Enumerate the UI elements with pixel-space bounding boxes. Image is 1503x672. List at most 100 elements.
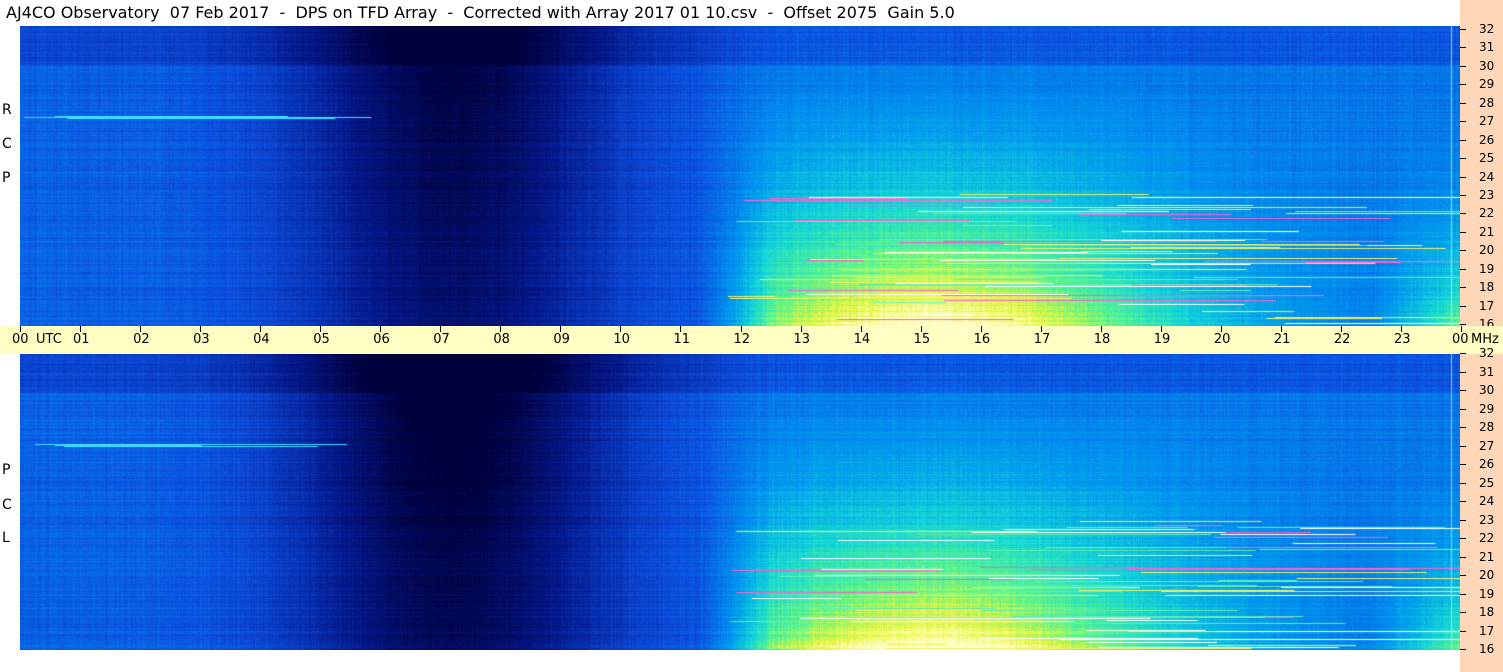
time-tick-label: 01 <box>73 332 90 347</box>
freq-tick-mark <box>1460 501 1466 502</box>
time-tick-label: 13 <box>793 332 811 347</box>
freq-tick-mark <box>1460 29 1466 30</box>
freq-tick-label: 26 <box>1479 132 1495 147</box>
freq-tick-mark <box>1460 612 1466 613</box>
freq-tick-mark <box>1460 65 1466 67</box>
rcp-label-char-1: R <box>2 102 12 118</box>
time-tick-label: 11 <box>673 332 690 347</box>
freq-tick-label: 22 <box>1479 531 1495 545</box>
freq-tick-mark <box>1460 575 1466 576</box>
freq-tick-label: 19 <box>1479 261 1495 276</box>
freq-tick-label: 21 <box>1479 224 1495 239</box>
time-tick-label: 07 <box>433 332 450 347</box>
freq-tick-mark <box>1460 593 1466 595</box>
freq-tick-mark <box>1460 464 1466 465</box>
lcp-label-char-1: L <box>2 530 10 546</box>
freq-tick-mark <box>1460 519 1466 521</box>
freq-tick-mark <box>1460 538 1466 539</box>
freq-tick-mark <box>1460 231 1466 233</box>
freq-tick-mark <box>1460 305 1466 307</box>
time-tick-label: 05 <box>313 332 330 347</box>
freq-tick-label: 25 <box>1479 151 1495 166</box>
freq-tick-mark <box>1460 213 1466 215</box>
freq-tick-label: 29 <box>1479 401 1495 416</box>
freq-tick-mark <box>1460 427 1466 428</box>
time-tick-label: 02 <box>133 332 150 347</box>
time-tick-label: 06 <box>373 332 390 347</box>
freq-tick-label: 20 <box>1479 568 1495 582</box>
freq-tick-label: 27 <box>1479 438 1495 453</box>
freq-tick-mark <box>1460 556 1466 558</box>
time-tick-label: 15 <box>913 332 931 347</box>
freq-tick-label: 24 <box>1479 494 1495 508</box>
freq-tick-label: 18 <box>1479 605 1495 619</box>
freq-tick-mark <box>1460 268 1466 270</box>
chart-title: AJ4CO Observatory 07 Feb 2017 - DPS on T… <box>6 3 955 22</box>
time-tick-label: 17 <box>1033 332 1051 347</box>
rcp-label-char-3: P <box>2 170 11 186</box>
freq-tick-mark <box>1460 408 1466 410</box>
freq-tick-label: 30 <box>1479 383 1495 397</box>
rcp-side-label: R C P <box>0 26 20 326</box>
freq-tick-label: 20 <box>1479 243 1495 258</box>
freq-tick-label: 23 <box>1479 512 1495 527</box>
freq-tick-mark <box>1460 445 1466 447</box>
rcp-label-char-2: C <box>2 136 12 152</box>
lcp-frequency-axis: 32 31 30 29 28 27 26 25 24 23 22 21 20 19 18 17 16 <box>1460 347 1503 672</box>
freq-tick-mark <box>1460 649 1466 650</box>
freq-tick-mark <box>1460 176 1466 178</box>
freq-tick-mark <box>1460 390 1466 391</box>
time-tick-label: 08 <box>493 332 510 347</box>
freq-tick-mark <box>1460 630 1466 632</box>
freq-tick-label: 32 <box>1479 22 1495 36</box>
freq-tick-label: 17 <box>1479 623 1495 638</box>
freq-tick-label: 25 <box>1479 475 1495 490</box>
freq-tick-label: 23 <box>1479 187 1495 202</box>
freq-tick-label: 22 <box>1479 206 1495 221</box>
time-tick-label: 00 <box>1452 332 1469 347</box>
time-axis-unit-label: UTC <box>36 332 62 347</box>
time-tick-label: 19 <box>1153 332 1171 347</box>
freq-tick-mark <box>1460 84 1466 86</box>
freq-tick-label: 18 <box>1479 280 1495 295</box>
time-tick-label: 20 <box>1213 332 1231 347</box>
freq-axis-unit-label: MHz <box>1471 332 1499 347</box>
time-tick-label: 16 <box>973 332 991 347</box>
time-tick-label: 12 <box>733 332 751 347</box>
freq-tick-label: 30 <box>1479 58 1495 73</box>
freq-tick-label: 26 <box>1479 457 1495 471</box>
time-tick-label: 00 <box>12 332 29 347</box>
freq-tick-mark <box>1460 324 1466 325</box>
freq-tick-mark <box>1460 287 1466 289</box>
freq-tick-mark <box>1460 139 1466 141</box>
lcp-side-label: L C P <box>0 354 20 650</box>
time-tick-label: 09 <box>553 332 570 347</box>
rcp-spectrogram-panel <box>20 26 1460 326</box>
lcp-spectrogram-panel <box>20 354 1460 650</box>
freq-tick-label: 31 <box>1479 40 1495 55</box>
time-tick-label: 23 <box>1393 332 1411 347</box>
time-tick-label: 03 <box>193 332 210 347</box>
freq-tick-mark <box>1460 121 1466 123</box>
freq-tick-mark <box>1460 102 1466 104</box>
freq-tick-mark <box>1460 250 1466 252</box>
time-tick-label: 22 <box>1333 332 1351 347</box>
time-tick-label: 10 <box>613 332 630 347</box>
freq-tick-mark <box>1460 353 1466 354</box>
time-tick-label: 14 <box>853 332 871 347</box>
time-tick-label: 21 <box>1273 332 1291 347</box>
utc-time-axis: UTC MHz 00 01 02 03 04 05 06 07 08 09 10 11 12 13 14 15… <box>0 326 1503 354</box>
freq-tick-label: 28 <box>1479 95 1495 110</box>
freq-tick-label: 21 <box>1479 549 1495 564</box>
lcp-label-char-2: C <box>2 497 12 513</box>
time-tick-label: 18 <box>1093 332 1111 347</box>
lcp-spectrogram <box>20 354 1460 650</box>
freq-tick-mark <box>1460 482 1466 484</box>
chart-title-bar: AJ4CO Observatory 07 Feb 2017 - DPS on T… <box>0 0 1462 26</box>
freq-tick-label: 31 <box>1479 364 1495 379</box>
freq-tick-label: 27 <box>1479 114 1495 129</box>
freq-tick-label: 28 <box>1479 420 1495 434</box>
rcp-frequency-axis: 32 31 30 29 28 27 26 25 24 23 22 21 20 19 18 17 16 <box>1460 0 1503 330</box>
freq-tick-mark <box>1460 371 1466 373</box>
freq-tick-label: 17 <box>1479 298 1495 313</box>
